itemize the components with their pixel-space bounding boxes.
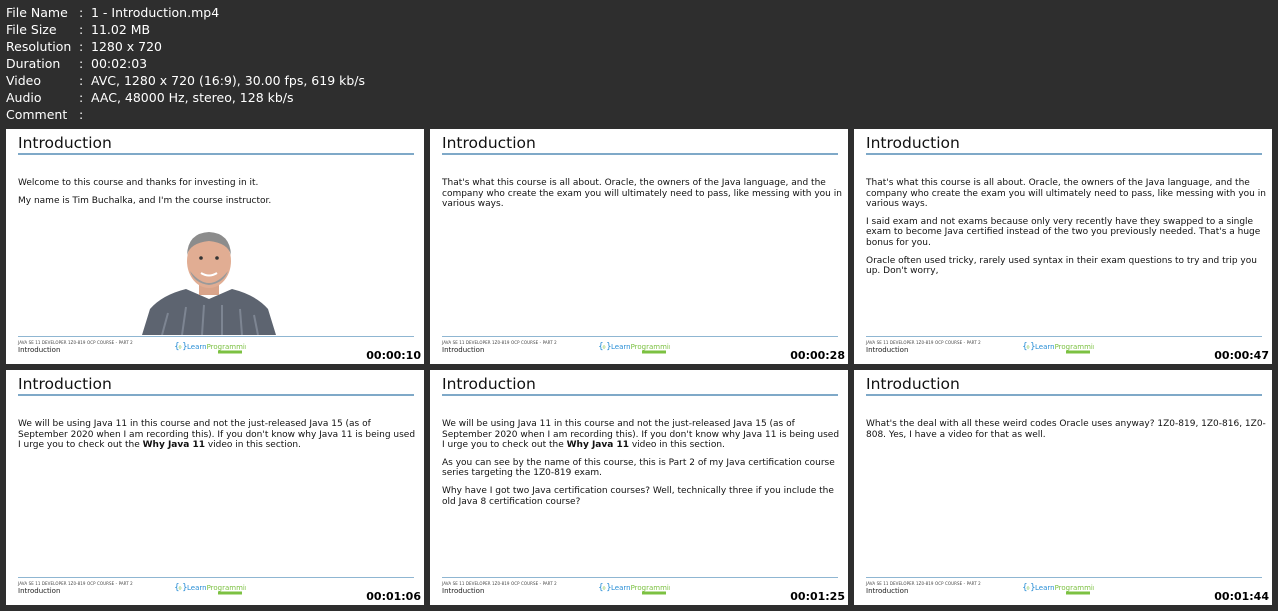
title-underline [442,153,838,155]
timestamp: 00:00:28 [790,349,845,362]
timestamp: 00:01:44 [1214,590,1269,603]
file-info-key: Duration [6,56,61,71]
course-label: JAVA SE 11 DEVELOPER 1Z0-819 OCP COURSE … [442,340,557,345]
footer-underline [18,577,414,578]
file-info-row: File Size:11.02 MB [6,22,151,37]
footer-underline [442,336,838,337]
file-info-key: Comment [6,107,68,122]
slide-body: We will be using Java 11 in this course … [18,419,418,458]
slide-title: Introduction [442,134,536,152]
file-info-value: 1 - Introduction.mp4 [91,5,220,20]
file-info-key: File Size [6,22,57,37]
title-underline [18,394,414,396]
slide-body: That's what this course is all about. Or… [442,178,842,217]
section-label: Introduction [866,587,909,595]
section-label: Introduction [442,346,485,354]
section-label: Introduction [442,587,485,595]
learn-programming-logo: { o } LearnProgramming [174,583,246,595]
timestamp: 00:00:47 [1214,349,1269,362]
slide-paragraph: That's what this course is all about. Or… [866,178,1266,210]
section-label: Introduction [18,587,61,595]
section-label: Introduction [18,346,61,354]
file-info-value: 1280 x 720 [91,39,163,54]
timestamp: 00:00:10 [366,349,421,362]
slide-paragraph: We will be using Java 11 in this course … [442,419,840,451]
slide-title: Introduction [442,375,536,393]
course-label: JAVA SE 11 DEVELOPER 1Z0-819 OCP COURSE … [18,340,133,345]
slide-title: Introduction [866,375,960,393]
title-underline [866,153,1262,155]
file-info-row: Duration:00:02:03 [6,56,148,71]
learn-programming-logo: { o } LearnProgramming [1022,342,1094,354]
video-thumbnail: Introduction Welcome to this course and … [6,129,424,364]
svg-text:LearnProgramming: LearnProgramming [611,584,670,592]
file-info-key: Video [6,73,42,88]
file-info-row: File Name:1 - Introduction.mp4 [6,5,220,20]
slide-paragraph: I said exam and not exams because only v… [866,216,1261,248]
video-thumbnail: Introduction That's what this course is … [854,129,1272,364]
footer-underline [18,336,414,337]
file-info-value: 11.02 MB [91,22,151,37]
slide-paragraph: As you can see by the name of this cours… [442,457,835,479]
course-label: JAVA SE 11 DEVELOPER 1Z0-819 OCP COURSE … [866,581,981,586]
file-info-value: 00:02:03 [91,56,148,71]
file-info-value: AVC, 1280 x 720 (16:9), 30.00 fps, 619 k… [91,73,366,88]
file-info-panel: File Name:1 - Introduction.mp4 File Size… [6,4,365,123]
video-thumbnail: Introduction We will be using Java 11 in… [6,370,424,605]
learn-programming-logo: { o } LearnProgramming [1022,583,1094,595]
title-underline [442,394,838,396]
slide-body: What's the deal with all these weird cod… [866,419,1266,447]
slide-paragraph: Oracle often used tricky, rarely used sy… [866,255,1257,277]
video-thumbnail: Introduction What's the deal with all th… [854,370,1272,605]
file-info-value: AAC, 48000 Hz, stereo, 128 kb/s [91,90,294,105]
timestamp: 00:01:25 [790,590,845,603]
video-thumbnail: Introduction We will be using Java 11 in… [430,370,848,605]
slide-body: That's what this course is all about. Or… [866,178,1266,284]
learn-programming-logo: { o } LearnProgramming [598,583,670,595]
file-info-row: Audio: AAC, 48000 Hz, stereo, 128 kb/s [6,90,294,105]
slide-paragraph: We will be using Java 11 in this course … [18,419,416,451]
slide-body: Welcome to this course and thanks for in… [18,178,418,213]
slide-paragraph: Why have I got two Java certification co… [442,485,834,507]
svg-text:LearnProgramming: LearnProgramming [1035,584,1094,592]
learn-programming-logo: { o } LearnProgramming [174,342,246,354]
slide-paragraph: Welcome to this course and thanks for in… [18,178,259,188]
slide-title: Introduction [866,134,960,152]
slide-paragraph: What's the deal with all these weird cod… [866,419,1266,440]
title-underline [866,394,1262,396]
footer-underline [866,336,1262,337]
file-info-row: Comment: [6,107,84,122]
svg-text:LearnProgramming: LearnProgramming [187,343,246,351]
course-label: JAVA SE 11 DEVELOPER 1Z0-819 OCP COURSE … [18,581,133,586]
svg-text:LearnProgramming: LearnProgramming [611,343,670,351]
file-info-row: Resolution:1280 x 720 [6,39,163,54]
slide-paragraph: That's what this course is all about. Or… [442,178,842,210]
slide-paragraph: My name is Tim Buchalka, and I'm the cou… [18,195,272,206]
course-label: JAVA SE 11 DEVELOPER 1Z0-819 OCP COURSE … [866,340,981,345]
file-info-key: File Name [6,5,68,20]
slide-title: Introduction [18,375,112,393]
course-label: JAVA SE 11 DEVELOPER 1Z0-819 OCP COURSE … [442,581,557,586]
file-info-key: Resolution [6,39,72,54]
footer-underline [866,577,1262,578]
slide-title: Introduction [18,134,112,152]
instructor-photo [142,232,276,335]
footer-underline [442,577,838,578]
timestamp: 00:01:06 [366,590,421,603]
file-info-row: Video: AVC, 1280 x 720 (16:9), 30.00 fps,… [6,73,366,88]
section-label: Introduction [866,346,909,354]
title-underline [18,153,414,155]
thumbnail-grid: Introduction Welcome to this course and … [6,129,1272,605]
learn-programming-logo: { o } LearnProgramming [598,342,670,354]
svg-text:LearnProgramming: LearnProgramming [1035,343,1094,351]
svg-text:LearnProgramming: LearnProgramming [187,584,246,592]
file-info-key: Audio [6,90,42,105]
slide-body: We will be using Java 11 in this course … [442,419,842,514]
video-thumbnail: Introduction That's what this course is … [430,129,848,364]
